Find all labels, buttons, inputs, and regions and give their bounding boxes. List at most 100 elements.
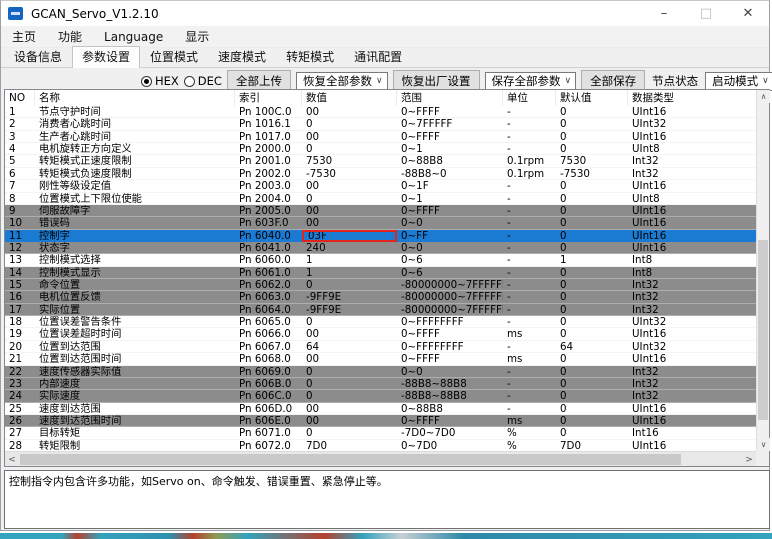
table-row[interactable]: 17 实际位置 Pn 6064.0 -9FF9E -80000000~7FFFFFFF -… — [5, 303, 756, 317]
cell-datatype: UInt16 — [632, 204, 667, 217]
save-all-params-select[interactable]: 保存全部参数 ∨ — [484, 71, 577, 91]
table-row[interactable]: 1 节点守护时间 Pn 100C.0 00 0~FFFF - 0 UInt16 — [5, 106, 756, 119]
cell-unit: - — [507, 180, 511, 192]
table-row[interactable]: 10 错误码 Pn 603F.0 00 0~0 - 0 UInt16 — [5, 217, 756, 230]
table-row[interactable]: 14 控制模式显示 Pn 6061.0 1 0~6 - 0 Int8 — [5, 266, 756, 280]
cell-index: Pn 6063.0 — [239, 291, 291, 303]
cell-value: -7530 — [306, 167, 336, 180]
table-row[interactable]: 15 命令位置 Pn 6062.0 0 -80000000~7FFFFFFF - 0 Int3… — [5, 279, 756, 292]
tab-torque-mode[interactable]: 转矩模式 — [276, 46, 344, 67]
cell-name: 转矩模式正速度限制 — [39, 155, 132, 167]
table-row[interactable]: 12 状态字 Pn 6041.0 240 0~0 - 0 UInt16 — [5, 241, 756, 255]
cell-name: 速度到达范围时间 — [39, 414, 122, 427]
horizontal-scroll-thumb[interactable] — [20, 454, 681, 465]
menu-display[interactable]: 显示 — [174, 28, 220, 45]
cell-value: 1 — [306, 266, 313, 279]
minimize-button[interactable]: – — [643, 1, 685, 26]
scroll-right-icon[interactable]: > — [742, 453, 756, 466]
cell-no: 23 — [9, 377, 23, 390]
scroll-left-icon[interactable]: < — [5, 453, 19, 466]
cell-value: 00 — [306, 217, 320, 229]
cell-unit: - — [507, 106, 511, 118]
vertical-scroll-thumb[interactable] — [758, 240, 768, 420]
table-row[interactable]: 8 位置模式上下限位使能 Pn 2004.0 0 0~1 - 0 UInt8 — [5, 192, 756, 205]
cell-name: 生产者心跳时间 — [39, 130, 112, 143]
cell-name: 位置到达范围时间 — [39, 353, 122, 365]
table-row[interactable]: 6 转矩模式负速度限制 Pn 2002.0 -7530 -88B8~0 0.1rpm -75… — [5, 167, 756, 181]
menu-language[interactable]: Language — [93, 30, 174, 44]
maximize-button[interactable]: □ — [685, 1, 727, 26]
table-row[interactable]: 4 电机旋转正方向定义 Pn 2000.0 0 0~1 - 0 UInt8 — [5, 143, 756, 156]
cell-range: 0~FFFF — [401, 130, 440, 143]
horizontal-scrollbar[interactable]: < > — [5, 451, 756, 466]
cell-name: 控制模式显示 — [39, 266, 101, 279]
cell-no: 3 — [9, 130, 16, 143]
menu-function[interactable]: 功能 — [47, 28, 93, 45]
menu-home[interactable]: 主页 — [1, 28, 47, 45]
restore-all-params-select[interactable]: 恢复全部参数 ∨ — [295, 71, 388, 91]
cell-datatype: Int32 — [632, 377, 659, 390]
tab-speed-mode[interactable]: 速度模式 — [208, 46, 276, 67]
table-row[interactable]: 16 电机位置反馈 Pn 6063.0 -9FF9E -80000000~7FFFFFF… — [5, 291, 756, 304]
app-icon — [8, 7, 23, 20]
cell-name: 状态字 — [39, 241, 70, 254]
table-row[interactable]: 28 转矩限制 Pn 6072.0 7D0 0~7D0% 7D0 UInt16 — [5, 439, 756, 451]
table-row[interactable]: 3 生产者心跳时间 Pn 1017.0 00 0~FFFF - 0 UInt16 — [5, 130, 756, 144]
table-row[interactable]: 20 位置到达范围 Pn 6067.0 64 0~FFFFFFFF - 64 UInt32 — [5, 340, 756, 354]
cell-range: -88B8~0 — [401, 167, 447, 180]
taskbar-sliver — [0, 533, 772, 539]
table-row[interactable]: 11 控制字 Pn 6040.0 03F 0~FF - 0 UInt16 — [5, 229, 756, 242]
col-default: 默认值 — [556, 90, 628, 106]
cell-datatype: UInt8 — [632, 143, 660, 155]
vertical-scrollbar[interactable]: ∧ ∨ — [756, 90, 770, 451]
cell-name: 速度传感器实际值 — [39, 365, 122, 377]
cell-datatype: UInt16 — [632, 439, 667, 451]
table-row[interactable]: 9 伺服故障字 Pn 2005.0 00 0~FFFF - 0 UInt16 — [5, 204, 756, 218]
table-row[interactable]: 2 消费者心跳时间 Pn 1016.1 0 0~7FFFFF - 0 UInt32 — [5, 118, 756, 131]
cell-unit: % — [507, 439, 517, 451]
startup-mode-select[interactable]: 启动模式 ∨ — [705, 71, 772, 91]
cell-datatype: UInt32 — [632, 118, 667, 130]
cell-value: 0 — [306, 279, 313, 291]
cell-unit: - — [507, 291, 511, 303]
table-row[interactable]: 23 内部速度 Pn 606B.0 0 -88B8~88B8 - 0 Int32 — [5, 377, 756, 391]
table-row[interactable]: 19 位置误差超时时间 Pn 6066.0 00 0~FFFF ms 0 UInt16 — [5, 328, 756, 341]
tab-device-info[interactable]: 设备信息 — [4, 46, 72, 67]
table-row[interactable]: 21 位置到达范围时间 Pn 6068.0 00 0~FFFF ms 0 UInt16 — [5, 353, 756, 366]
cell-name: 位置到达范围 — [39, 340, 101, 353]
cell-index: Pn 6062.0 — [239, 279, 291, 291]
cell-default: 7D0 — [560, 439, 582, 451]
tab-position-mode[interactable]: 位置模式 — [140, 46, 208, 67]
table-row[interactable]: 5 转矩模式正速度限制 Pn 2001.0 7530 0~88B8 0.1rpm 7530 I… — [5, 155, 756, 168]
table-row[interactable]: 24 实际速度 Pn 606C.0 0 -88B8~88B8 - 0 Int32 — [5, 390, 756, 403]
cell-name: 实际位置 — [39, 303, 81, 316]
cell-datatype: Int32 — [632, 390, 659, 402]
table-row[interactable]: 25 速度到达范围 Pn 606D.0 00 0~88B8 - 0 UInt16 — [5, 402, 756, 415]
chevron-down-icon: ∨ — [762, 76, 769, 86]
cell-unit: % — [507, 427, 517, 439]
cell-index: Pn 606D.0 — [239, 402, 293, 414]
cell-value: 240 — [306, 241, 326, 254]
scroll-down-icon[interactable]: ∨ — [757, 438, 770, 451]
table-row[interactable]: 22 速度传感器实际值 Pn 6069.0 0 0~0 - 0 Int32 — [5, 365, 756, 378]
table-row[interactable]: 27 目标转矩 Pn 6071.0 0 -7D0~7D0% 0 Int16 — [5, 427, 756, 440]
tab-comm-config[interactable]: 通讯配置 — [344, 46, 412, 67]
table-row[interactable]: 26 速度到达范围时间 Pn 606E.0 00 0~FFFF ms 0 UInt16 — [5, 414, 756, 428]
hex-radio[interactable]: HEX — [141, 74, 179, 88]
close-button[interactable]: ✕ — [727, 1, 769, 26]
table-row[interactable]: 7 刚性等级设定值 Pn 2003.0 00 0~1F - 0 UInt16 — [5, 180, 756, 193]
table-row[interactable]: 13 控制模式选择 Pn 6060.0 1 0~6 - 1 Int8 — [5, 254, 756, 267]
col-value: 数值 — [302, 90, 397, 106]
cell-name: 目标转矩 — [39, 427, 81, 439]
cell-datatype: UInt16 — [632, 180, 667, 192]
cell-value: 0 — [306, 390, 313, 402]
cell-default: 0 — [560, 414, 567, 427]
cell-value: 03F — [302, 229, 397, 242]
cell-index: Pn 6069.0 — [239, 365, 291, 377]
startup-mode-value: 启动模式 — [712, 74, 759, 88]
tab-parameter-settings[interactable]: 参数设置 — [72, 46, 141, 68]
scroll-up-icon[interactable]: ∧ — [757, 90, 770, 103]
dec-radio[interactable]: DEC — [183, 74, 222, 88]
table-row[interactable]: 18 位置误差警告条件 Pn 6065.0 0 0~FFFFFFFF - 0 UInt32 — [5, 316, 756, 329]
cell-range: 0~FFFF — [401, 414, 440, 427]
